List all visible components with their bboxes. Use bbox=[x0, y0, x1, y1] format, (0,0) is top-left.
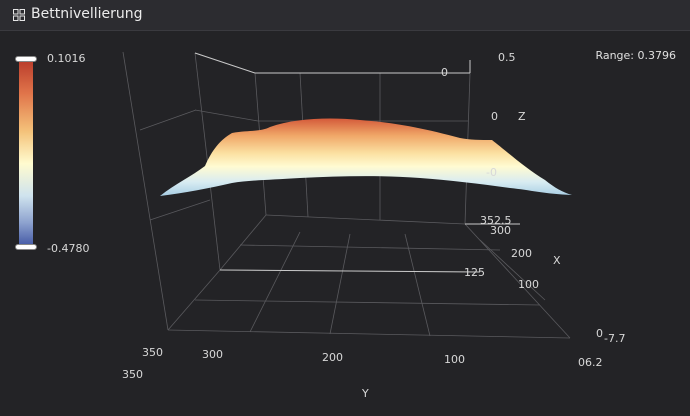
x-tick-200: 200 bbox=[511, 247, 532, 260]
x-tick-100: 100 bbox=[518, 278, 539, 291]
z-tick-neg: -0 bbox=[486, 166, 497, 179]
z-tick-top: 0.5 bbox=[498, 51, 516, 64]
z-axis-label: Z bbox=[518, 110, 526, 123]
y-tick-350: 350 bbox=[142, 346, 163, 359]
y-tick-100: 100 bbox=[444, 353, 465, 366]
y-tick-200: 200 bbox=[322, 351, 343, 364]
grid-lines bbox=[122, 51, 571, 339]
x-axis-label: X bbox=[553, 254, 561, 267]
y-axis-label: Y bbox=[362, 387, 369, 400]
x-end-pos: 06.2 bbox=[578, 356, 603, 369]
x-tick-0: 0 bbox=[596, 327, 603, 340]
y-tick-300: 300 bbox=[202, 348, 223, 361]
mesh-surface bbox=[160, 118, 572, 196]
bed-mesh-plot[interactable] bbox=[0, 0, 690, 416]
z-tick-0b: 0 bbox=[491, 110, 498, 123]
x-end-neg: -7.7 bbox=[604, 332, 626, 345]
z-tick-0a: 0 bbox=[441, 66, 448, 79]
x-tick-300: 300 bbox=[490, 224, 511, 237]
y-tick-350-lower: 350 bbox=[122, 368, 143, 381]
x-tick-125: 125 bbox=[464, 266, 485, 279]
